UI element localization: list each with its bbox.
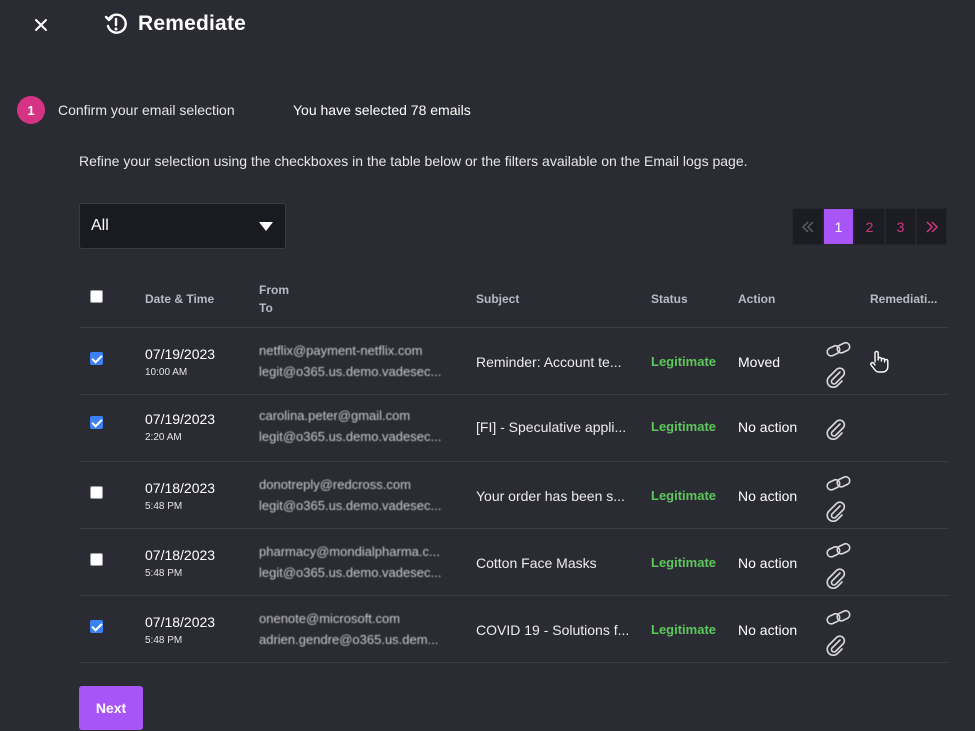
remediate-icon [104,13,127,34]
header-status: Status [651,292,688,306]
link-icon[interactable] [825,474,853,494]
page-button-3[interactable]: 3 [885,208,916,245]
paperclip-icon[interactable] [825,634,847,656]
double-chevron-left-icon [801,220,814,233]
row-action: No action [738,555,798,571]
row-checkbox[interactable] [90,416,103,429]
selected-count: You have selected 78 emails [293,102,471,118]
row-time: 5:48 PM [145,568,183,579]
row-subject: COVID 19 - Solutions f... [476,622,630,638]
table-row[interactable]: 07/18/2023 5:48 PM pharmacy@mondialpharm… [79,529,948,596]
row-subject: Reminder: Account te... [476,354,622,370]
page-button-1[interactable]: 1 [823,208,854,245]
row-from: netflix@payment-netflix.com [259,343,423,358]
pagination: 1 2 3 [792,208,947,245]
row-date: 07/18/2023 [145,614,216,630]
row-to: legit@o365.us.demo.vadesec... [259,565,442,580]
row-time: 10:00 AM [145,367,188,378]
row-action: No action [738,488,798,504]
caret-down-icon [259,222,273,231]
row-checkbox[interactable] [90,486,103,499]
step-label: Confirm your email selection [58,102,235,118]
row-from: donotreply@redcross.com [259,477,411,492]
link-icon[interactable] [825,340,853,360]
row-checkbox[interactable] [90,352,103,365]
row-status: Legitimate [651,555,717,570]
row-to: legit@o365.us.demo.vadesec... [259,364,442,379]
close-icon [35,19,47,31]
link-icon[interactable] [825,608,853,628]
header-from: From [259,283,289,297]
table-header: Date & Time From To Subject Status Actio… [79,272,948,328]
paperclip-icon[interactable] [825,366,847,388]
row-to: legit@o365.us.demo.vadesec... [259,498,442,513]
row-to: adrien.gendre@o365.us.dem... [259,632,439,647]
header-date: Date & Time [145,292,215,306]
select-all-checkbox[interactable] [90,290,103,303]
email-table: Date & Time From To Subject Status Actio… [79,272,948,663]
help-text: Refine your selection using the checkbox… [79,153,748,169]
paperclip-icon[interactable] [825,418,847,440]
table-row[interactable]: 07/18/2023 5:48 PM donotreply@redcross.c… [79,462,948,529]
table-row[interactable]: 07/19/2023 2:20 AM carolina.peter@gmail.… [79,395,948,462]
row-action: No action [738,419,798,435]
header-action: Action [738,292,776,306]
header-to: To [259,301,273,315]
header-subject: Subject [476,292,520,306]
row-date: 07/19/2023 [145,346,216,362]
row-checkbox[interactable] [90,553,103,566]
row-checkbox[interactable] [90,620,103,633]
hand-cursor-icon [870,350,889,373]
row-action: Moved [738,354,781,370]
table-row[interactable]: 07/18/2023 5:48 PM onenote@microsoft.com… [79,596,948,663]
double-chevron-right-icon [925,220,938,233]
filter-dropdown-value: All [91,217,109,234]
paperclip-icon[interactable] [825,567,847,589]
row-status: Legitimate [651,622,717,637]
row-time: 5:48 PM [145,635,183,646]
paperclip-icon[interactable] [825,500,847,522]
header-remediation: Remediati... [870,292,938,306]
row-time: 5:48 PM [145,501,183,512]
page-title: Remediate [138,12,247,35]
filter-dropdown[interactable]: All [79,203,286,249]
row-from: onenote@microsoft.com [259,611,401,626]
row-status: Legitimate [651,354,717,369]
row-subject: Cotton Face Masks [476,555,597,571]
row-from: pharmacy@mondialpharma.c... [259,544,440,559]
row-date: 07/19/2023 [145,411,216,427]
row-date: 07/18/2023 [145,480,216,496]
row-date: 07/18/2023 [145,547,216,563]
link-icon[interactable] [825,541,853,561]
row-time: 2:20 AM [145,432,182,443]
prev-page-button[interactable] [792,208,823,245]
row-from: carolina.peter@gmail.com [259,408,411,423]
next-button[interactable]: Next [79,686,143,730]
remediate-page: Remediate 1 Confirm your email selection… [0,0,975,731]
close-button[interactable] [30,14,52,36]
row-status: Legitimate [651,419,717,434]
page-button-2[interactable]: 2 [854,208,885,245]
table-row[interactable]: 07/19/2023 10:00 AM netflix@payment-netf… [79,328,948,395]
step-badge: 1 [17,96,45,124]
row-status: Legitimate [651,488,717,503]
row-subject: Your order has been s... [476,488,625,504]
row-action: No action [738,622,798,638]
row-to: legit@o365.us.demo.vadesec... [259,429,442,444]
next-page-button[interactable] [916,208,947,245]
row-subject: [FI] - Speculative appli... [476,419,627,435]
